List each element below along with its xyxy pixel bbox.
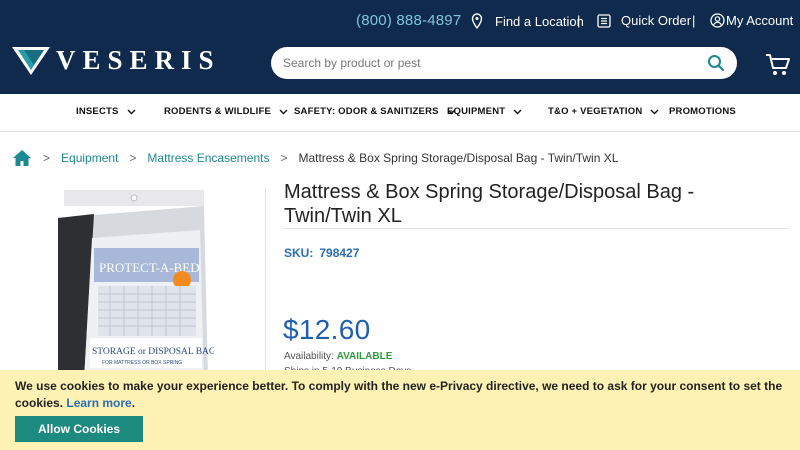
find-location-label: Find a Location (495, 13, 584, 29)
cart-button[interactable] (765, 53, 791, 82)
nav-item-label: RODENTS & WILDLIFE (164, 106, 272, 117)
product-title: Mattress & Box Spring Storage/Disposal B… (284, 181, 695, 227)
cookie-period: . (131, 396, 136, 410)
top-separator: | (692, 13, 696, 28)
breadcrumb-separator: > (280, 151, 288, 165)
cookie-banner: We use cookies to make your experience b… (0, 370, 800, 450)
product-sku: SKU: 798427 (284, 246, 359, 260)
nav-item-label: T&O + VEGETATION (548, 106, 643, 117)
package-bag-text: STORAGE or DISPOSAL BAG (92, 347, 214, 357)
phone-link[interactable]: (800) 888-4897 (356, 12, 461, 29)
home-icon[interactable] (12, 149, 32, 167)
breadcrumb-link-mattress-encasements[interactable]: Mattress Encasements (147, 151, 269, 165)
search-icon[interactable] (707, 54, 725, 72)
veseris-logo-mark-icon (12, 46, 50, 75)
search-bar[interactable] (271, 47, 737, 79)
nav-item-equipment[interactable]: EQUIPMENT (447, 106, 522, 117)
quick-order-link[interactable]: Quick Order (597, 13, 691, 28)
sku-value: 798427 (319, 246, 360, 260)
location-pin-icon (471, 13, 483, 29)
product-package-image: PROTECT-A-BED STORAGE or DISPOSAL BAG FO… (58, 190, 216, 380)
nav-item-label: EQUIPMENT (447, 106, 506, 117)
breadcrumb-current: Mattress & Box Spring Storage/Disposal B… (298, 151, 619, 165)
veseris-logo[interactable]: VESERIS (12, 45, 221, 76)
availability-value: AVAILABLE (336, 351, 393, 362)
chevron-down-icon (513, 109, 522, 114)
cookie-message: We use cookies to make your experience b… (15, 378, 785, 412)
sku-label: SKU: (284, 246, 314, 260)
breadcrumb-separator: > (43, 151, 51, 165)
nav-item-t-o-vegetation[interactable]: T&O + VEGETATION (548, 106, 659, 117)
breadcrumb: > Equipment > Mattress Encasements > Mat… (12, 148, 618, 168)
product-price: $12.60 (283, 314, 371, 345)
nav-item-rodents-wildlife[interactable]: RODENTS & WILDLIFE (164, 106, 288, 117)
availability-label: Availability: (284, 351, 334, 362)
package-sub-text: FOR MATTRESS OR BOX SPRING (102, 360, 182, 366)
main-nav: INSECTS RODENTS & WILDLIFE SAFETY: ODOR … (0, 94, 800, 132)
product-image[interactable]: PROTECT-A-BED STORAGE or DISPOSAL BAG FO… (54, 190, 216, 380)
find-location-link[interactable]: Find a Location (471, 13, 584, 29)
search-input[interactable] (283, 56, 707, 70)
nav-item-label: PROMOTIONS (669, 106, 736, 117)
shopping-cart-icon (766, 54, 790, 75)
availability: Availability: AVAILABLE (284, 351, 392, 362)
nav-item-label: SAFETY: ODOR & SANITIZERS (294, 106, 439, 117)
nav-item-insects[interactable]: INSECTS (76, 106, 136, 117)
chevron-down-icon (279, 109, 288, 114)
user-icon (710, 13, 725, 28)
list-icon (597, 13, 611, 28)
learn-more-link[interactable]: Learn more (66, 396, 131, 410)
top-separator: | (577, 13, 581, 28)
breadcrumb-link-equipment[interactable]: Equipment (61, 151, 118, 165)
quick-order-label: Quick Order (621, 13, 692, 28)
allow-cookies-button[interactable]: Allow Cookies (15, 416, 143, 442)
nav-item-promotions[interactable]: PROMOTIONS (669, 106, 736, 117)
breadcrumb-separator: > (129, 151, 137, 165)
nav-item-label: INSECTS (76, 106, 119, 117)
my-account-link[interactable]: My Account (710, 13, 793, 28)
nav-item-safety[interactable]: SAFETY: ODOR & SANITIZERS (294, 106, 456, 117)
chevron-down-icon (127, 109, 136, 114)
product-divider (265, 188, 266, 388)
site-header: (800) 888-4897 Find a Location | Quick O… (0, 0, 800, 94)
chevron-down-icon (650, 109, 659, 114)
top-bar: (800) 888-4897 Find a Location | Quick O… (0, 12, 800, 32)
brand-name: VESERIS (56, 45, 221, 75)
title-divider (284, 228, 788, 229)
my-account-label: My Account (726, 13, 794, 28)
